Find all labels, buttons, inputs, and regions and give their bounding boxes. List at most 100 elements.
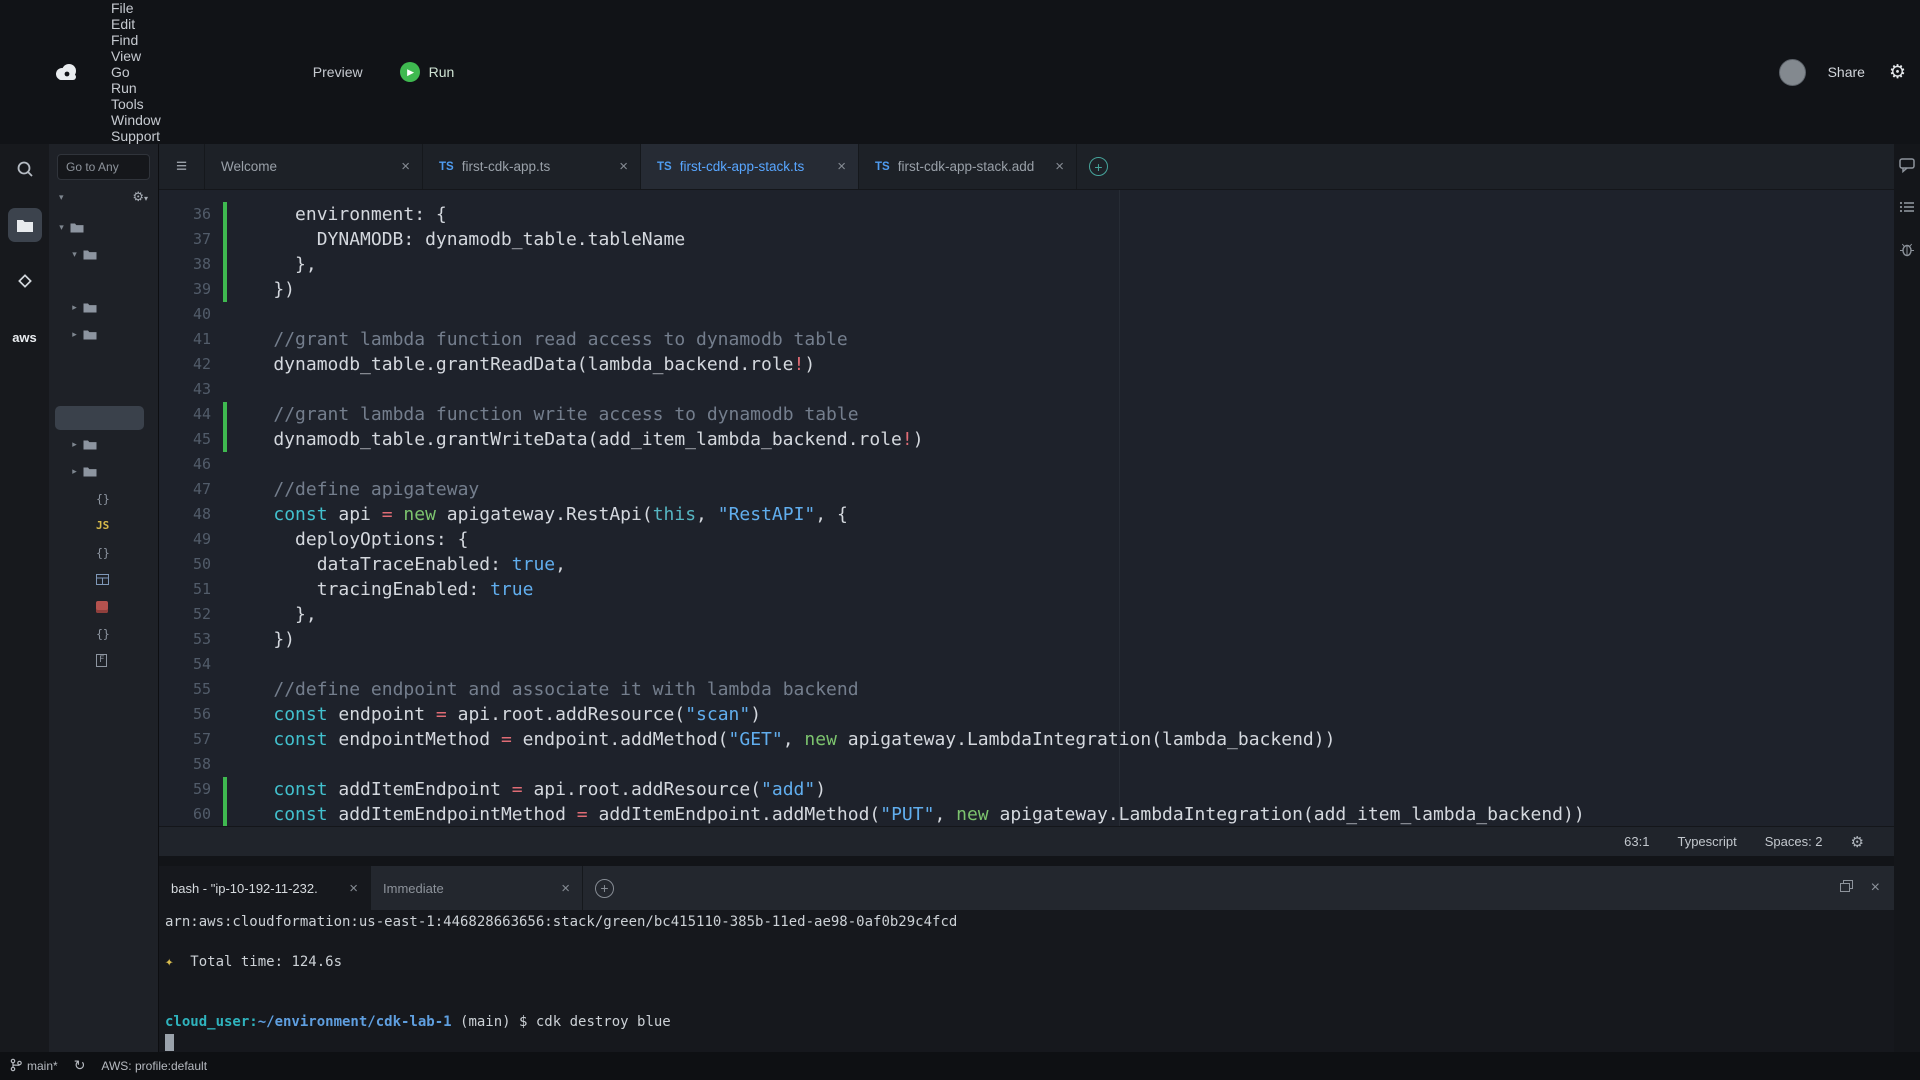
tree-settings-gear-icon[interactable]: ⚙▾	[132, 190, 148, 205]
tree-item[interactable]: JS	[49, 512, 158, 539]
js-file-icon: JS	[96, 519, 109, 532]
code-line: 51 tracingEnabled: true	[159, 577, 1894, 602]
editor-tab-first-cdk-app-ts[interactable]: TSfirst-cdk-app.ts×	[423, 144, 641, 189]
run-button[interactable]: ▶ Run	[400, 62, 455, 82]
goto-anything-input[interactable]	[57, 154, 150, 180]
tree-item[interactable]: {}	[49, 539, 158, 566]
terminal-tabs: bash - "ip-10-192-11-232.×Immediate×	[159, 866, 583, 910]
menu-run[interactable]: Run	[100, 80, 172, 96]
json-file-icon: {}	[96, 492, 110, 506]
panel-resize-handle[interactable]	[159, 856, 1894, 866]
tree-item[interactable]: {}	[49, 620, 158, 647]
panel-collaborate-icon[interactable]	[1899, 158, 1915, 173]
code-editor[interactable]: 36 environment: { 37 DYNAMODB: dynamodb_t…	[159, 190, 1894, 826]
bottom-statusbar: main* ↻ AWS: profile:default	[0, 1052, 1920, 1080]
code-line: 43	[159, 377, 1894, 402]
menu-window[interactable]: Window	[100, 112, 172, 128]
line-number: 36	[159, 202, 211, 227]
menu-go[interactable]: Go	[100, 64, 172, 80]
json-file-icon: {}	[96, 546, 110, 560]
indent-setting[interactable]: Spaces: 2	[1765, 834, 1823, 849]
panel-debugger-icon[interactable]	[1899, 241, 1915, 257]
code-text: environment: {	[227, 202, 447, 227]
line-number: 57	[159, 727, 211, 752]
tab-menu-icon[interactable]: ≡	[159, 144, 205, 189]
code-text: })	[227, 627, 295, 652]
tree-item[interactable]: ▸	[49, 294, 158, 321]
code-line: 46	[159, 452, 1894, 477]
tree-item[interactable]: ▸	[49, 321, 158, 348]
line-number: 60	[159, 802, 211, 826]
code-text: //grant lambda function read access to d…	[227, 327, 848, 352]
folder-icon	[83, 302, 97, 313]
code-line: 45 dynamodb_table.grantWriteData(add_ite…	[159, 427, 1894, 452]
tree-item[interactable]: ▾	[49, 241, 158, 268]
close-panel-icon[interactable]: ×	[1871, 879, 1880, 897]
tree-item[interactable]	[49, 593, 158, 620]
cursor-position[interactable]: 63:1	[1624, 834, 1649, 849]
tab-close-icon[interactable]: ×	[401, 158, 410, 175]
tab-label: Welcome	[221, 159, 277, 174]
editor-settings-gear-icon[interactable]: ⚙	[1851, 833, 1864, 851]
tree-item[interactable]	[49, 566, 158, 593]
share-button[interactable]: Share	[1828, 64, 1865, 80]
code-lines: 36 environment: { 37 DYNAMODB: dynamodb_t…	[159, 190, 1894, 826]
chevron-down-icon[interactable]: ▾	[59, 192, 64, 203]
editor-tab-first-cdk-app-stack-ts[interactable]: TSfirst-cdk-app-stack.ts×	[641, 144, 859, 189]
line-number: 53	[159, 627, 211, 652]
tree-spacer	[49, 348, 158, 404]
tab-close-icon[interactable]: ×	[619, 158, 628, 175]
activity-git-icon[interactable]	[8, 264, 42, 298]
tab-close-icon[interactable]: ×	[837, 158, 846, 175]
menu-edit[interactable]: Edit	[100, 16, 172, 32]
tree-item[interactable]: {}	[49, 485, 158, 512]
preferences-gear-icon[interactable]: ⚙	[1889, 61, 1906, 83]
chevron-right-icon: ▸	[68, 466, 81, 477]
terminal-tab-immediate[interactable]: Immediate×	[371, 866, 583, 910]
avatar[interactable]	[1779, 59, 1806, 86]
code-text	[227, 752, 230, 777]
code-text: const addItemEndpoint = api.root.addReso…	[227, 777, 826, 802]
terminal-line	[165, 1032, 1894, 1052]
tree-item[interactable]: F	[49, 647, 158, 674]
cloud9-logo-icon[interactable]	[54, 64, 80, 80]
editor-tab-welcome[interactable]: Welcome ×	[205, 144, 423, 189]
menu-support[interactable]: Support	[100, 128, 172, 144]
tab-close-icon[interactable]: ×	[1055, 158, 1064, 175]
activity-files-icon[interactable]	[8, 208, 42, 242]
terminal[interactable]: arn:aws:cloudformation:us-east-1:4468286…	[159, 910, 1894, 1052]
split-panel-icon[interactable]	[1840, 879, 1853, 897]
preview-button[interactable]: Preview	[302, 64, 374, 80]
aws-logo[interactable]: aws	[8, 320, 42, 354]
tree-item[interactable]: ▾	[49, 214, 158, 241]
file-tree-panel: ▾ ⚙▾ ▾▾▸▸▸▸{}JS{}{}F	[49, 144, 159, 1052]
activity-bar: aws	[0, 144, 49, 1052]
package-file-icon	[96, 601, 108, 613]
menu-view[interactable]: View	[100, 48, 172, 64]
activity-search-icon[interactable]	[8, 152, 42, 186]
terminal-tab-bash-ip-10-192-11-232-[interactable]: bash - "ip-10-192-11-232.×	[159, 866, 371, 910]
line-number: 37	[159, 227, 211, 252]
code-text	[227, 377, 230, 402]
aws-profile-status[interactable]: AWS: profile:default	[101, 1059, 207, 1073]
git-branch-status[interactable]: main*	[10, 1058, 58, 1075]
tree-item[interactable]: ▸	[49, 431, 158, 458]
new-editor-tab-button[interactable]: +	[1089, 157, 1108, 176]
refresh-icon[interactable]: ↻	[74, 1058, 86, 1074]
tree-item-selected[interactable]	[55, 406, 144, 430]
tree-item[interactable]: ▸	[49, 458, 158, 485]
code-line: 47 //define apigateway	[159, 477, 1894, 502]
tab-close-icon[interactable]: ×	[561, 880, 570, 897]
language-mode[interactable]: Typescript	[1677, 834, 1736, 849]
panel-outline-icon[interactable]	[1899, 201, 1915, 213]
new-terminal-tab-button[interactable]: +	[595, 879, 614, 898]
editor-tab-first-cdk-app-stack-add[interactable]: TSfirst-cdk-app-stack.add×	[859, 144, 1077, 189]
chevron-down-icon: ▾	[55, 222, 68, 233]
menu-tools[interactable]: Tools	[100, 96, 172, 112]
menu-find[interactable]: Find	[100, 32, 172, 48]
file-icon: F	[96, 654, 107, 667]
menubar: FileEditFindViewGoRunToolsWindowSupport …	[0, 0, 1920, 144]
code-text: DYNAMODB: dynamodb_table.tableName	[227, 227, 685, 252]
tab-close-icon[interactable]: ×	[349, 880, 358, 897]
menu-file[interactable]: File	[100, 0, 172, 16]
